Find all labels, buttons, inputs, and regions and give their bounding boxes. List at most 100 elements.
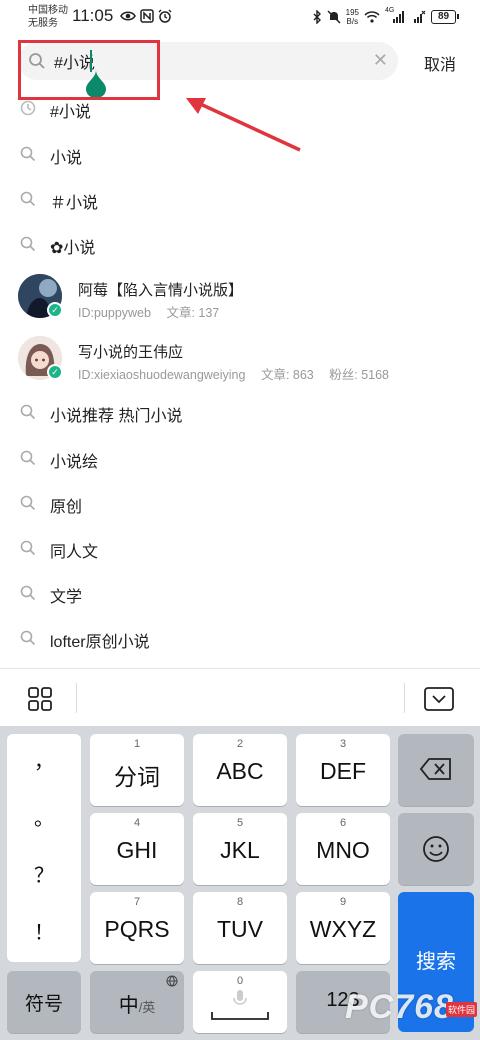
- emoji-icon: [423, 836, 449, 862]
- punct-exclaim-key[interactable]: ！: [7, 905, 81, 962]
- keyboard-toolbar: [0, 668, 480, 726]
- key-8[interactable]: 8 TUV: [193, 892, 287, 964]
- punctuation-column: ， 。 ？ ！: [7, 734, 81, 962]
- key-2[interactable]: 2 ABC: [193, 734, 287, 806]
- language-labels: 中/英: [90, 989, 184, 1018]
- user-result[interactable]: ✓ 阿莓【陷入言情小说版】 ID:puppyweb 文章: 137: [0, 268, 480, 324]
- verified-badge-icon: ✓: [47, 364, 63, 380]
- suggestion-text: 小说绘: [50, 454, 99, 471]
- key-number: 1: [133, 738, 141, 750]
- search-icon: [20, 450, 36, 466]
- key-label: MNO: [316, 837, 370, 863]
- user-article-count: 文章: 137: [166, 306, 220, 320]
- network-speed-unit: B/s: [346, 17, 359, 26]
- search-icon: [20, 404, 36, 420]
- key-number: 4: [133, 817, 141, 829]
- globe-icon: [166, 975, 178, 987]
- key-number: 5: [236, 817, 244, 829]
- status-bar: 中国移动 无服务 11:05 195 B/s 4G 89: [0, 0, 480, 34]
- toolbar-divider: [404, 683, 405, 713]
- mute-bell-icon: [327, 10, 341, 24]
- key-1[interactable]: 1 分词: [90, 734, 184, 806]
- clock: 11:05: [72, 6, 114, 25]
- space-button[interactable]: 0: [193, 971, 287, 1033]
- signal-no-service-icon: [414, 10, 426, 23]
- suggestion-item[interactable]: 小说推荐 热门小说: [0, 390, 480, 434]
- carrier-name: 中国移动: [28, 5, 68, 16]
- suggestion-item[interactable]: 原创: [0, 481, 480, 525]
- user-result[interactable]: ✓ 写小说的王伟应 ID:xiexiaoshuodewangweiying 文章…: [0, 330, 480, 386]
- suggestion-item[interactable]: 小说: [0, 132, 480, 176]
- punct-comma-key[interactable]: ，: [7, 734, 81, 791]
- search-icon: [20, 191, 36, 207]
- suggestion-item-history[interactable]: #小说: [0, 86, 480, 130]
- user-meta: ID:puppyweb 文章: 137: [78, 302, 231, 321]
- status-icons-left: [120, 9, 172, 23]
- suggestion-item[interactable]: 小说绘: [0, 436, 480, 480]
- key-number: 3: [339, 738, 347, 750]
- suggestion-item[interactable]: ＃小说: [0, 177, 480, 221]
- key-label: ABC: [216, 758, 264, 784]
- nfc-icon: [140, 9, 154, 23]
- hide-keyboard-icon[interactable]: [424, 687, 454, 711]
- key-number: 9: [339, 896, 347, 908]
- suggestion-text: #小说: [50, 104, 91, 121]
- carrier-status: 无服务: [28, 18, 58, 29]
- key-number: 7: [133, 896, 141, 908]
- search-icon: [20, 630, 36, 646]
- punct-period-key[interactable]: 。: [7, 791, 81, 848]
- lang-main-label: 中: [118, 995, 139, 1017]
- suggestion-text: ✿小说: [50, 240, 96, 257]
- network-speed-value: 195: [345, 8, 359, 17]
- user-meta: ID:xiexiaoshuodewangweiying 文章: 863 粉丝: …: [78, 364, 401, 383]
- key-4[interactable]: 4 GHI: [90, 813, 184, 885]
- space-bar-icon: [211, 1012, 269, 1020]
- clear-icon[interactable]: ✕: [373, 50, 388, 70]
- user-article-count: 文章: 863: [260, 368, 314, 382]
- backspace-button[interactable]: [398, 734, 474, 806]
- suggestion-item[interactable]: 文学: [0, 571, 480, 615]
- suggestion-text: 原创: [50, 499, 83, 516]
- toolbar-divider: [76, 683, 77, 713]
- suggestion-text: 同人文: [50, 544, 99, 561]
- alarm-icon: [158, 9, 172, 23]
- user-name: 阿莓【陷入言情小说版】: [78, 282, 244, 299]
- suggestion-item[interactable]: ✿小说: [0, 222, 480, 266]
- user-id: ID:xiexiaoshuodewangweiying: [78, 368, 246, 382]
- key-6[interactable]: 6 MNO: [296, 813, 390, 885]
- status-icons-right: 195 B/s 4G 89: [312, 7, 459, 26]
- cancel-button[interactable]: 取消: [424, 51, 456, 75]
- key-number: 0: [236, 975, 244, 987]
- suggestion-text: ＃小说: [50, 195, 99, 212]
- search-icon: [20, 146, 36, 162]
- user-name: 写小说的王伟应: [78, 344, 184, 361]
- lang-alt-label: /英: [138, 1000, 156, 1015]
- key-5[interactable]: 5 JKL: [193, 813, 287, 885]
- user-fans-count: 粉丝: 5168: [329, 368, 390, 382]
- search-icon: [20, 585, 36, 601]
- watermark-logo: PC768: [345, 988, 454, 1026]
- language-switch-button[interactable]: 中/英: [90, 971, 184, 1033]
- punct-question-key[interactable]: ？: [7, 848, 81, 905]
- key-number: 2: [236, 738, 244, 750]
- battery-indicator: 89: [431, 10, 459, 24]
- key-number: 8: [236, 896, 244, 908]
- key-7[interactable]: 7 PQRS: [90, 892, 184, 964]
- cellular-signal: 4G: [385, 7, 407, 24]
- watermark-tag: 软件园: [446, 1002, 478, 1017]
- key-label: 分词: [114, 764, 160, 790]
- search-icon: [20, 236, 36, 252]
- key-3[interactable]: 3 DEF: [296, 734, 390, 806]
- key-label: GHI: [116, 837, 158, 863]
- grid-menu-icon[interactable]: [28, 687, 52, 711]
- key-label: 符号: [24, 994, 63, 1015]
- symbols-button[interactable]: 符号: [7, 971, 81, 1033]
- wifi-icon: [364, 11, 380, 23]
- network-type: 4G: [385, 7, 395, 14]
- emoji-button[interactable]: [398, 813, 474, 885]
- suggestion-item[interactable]: 同人文: [0, 526, 480, 570]
- suggestion-text: 小说: [50, 150, 83, 167]
- key-9[interactable]: 9 WXYZ: [296, 892, 390, 964]
- suggestion-item[interactable]: lofter原创小说: [0, 616, 480, 660]
- suggestion-text: 文学: [50, 589, 83, 606]
